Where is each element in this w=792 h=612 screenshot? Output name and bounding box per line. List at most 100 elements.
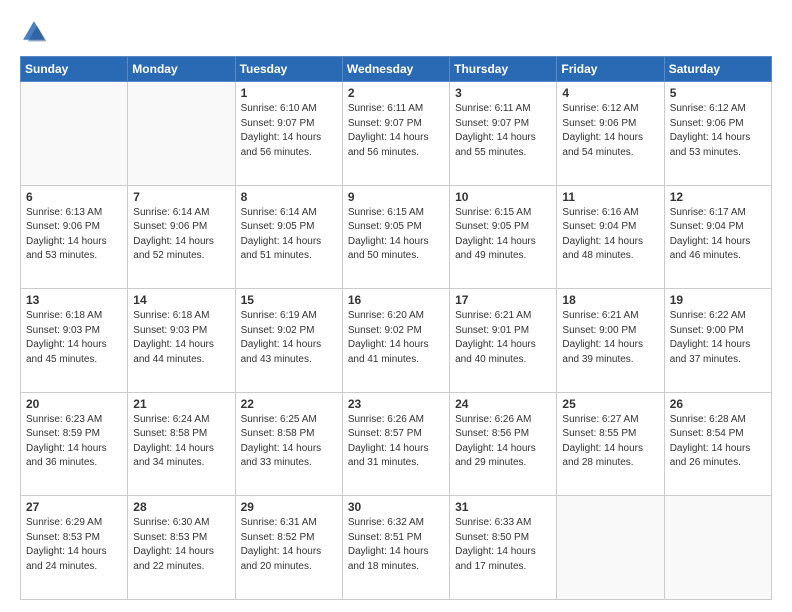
day-number: 20 [26,397,122,411]
day-info: Sunrise: 6:28 AMSunset: 8:54 PMDaylight:… [670,413,766,471]
weekday-header-saturday: Saturday [664,57,771,82]
day-info: Sunrise: 6:18 AMSunset: 9:03 PMDaylight:… [26,309,122,367]
weekday-header-monday: Monday [128,57,235,82]
day-number: 8 [241,190,337,204]
logo-icon [20,18,48,46]
day-number: 9 [348,190,444,204]
day-info: Sunrise: 6:12 AMSunset: 9:06 PMDaylight:… [562,102,658,160]
day-info: Sunrise: 6:23 AMSunset: 8:59 PMDaylight:… [26,413,122,471]
calendar-cell: 7 Sunrise: 6:14 AMSunset: 9:06 PMDaylight… [128,185,235,289]
day-info: Sunrise: 6:14 AMSunset: 9:05 PMDaylight:… [241,206,337,264]
day-info: Sunrise: 6:27 AMSunset: 8:55 PMDaylight:… [562,413,658,471]
day-info: Sunrise: 6:15 AMSunset: 9:05 PMDaylight:… [455,206,551,264]
calendar-cell [664,496,771,600]
week-row-3: 13 Sunrise: 6:18 AMSunset: 9:03 PMDayligh… [21,289,772,393]
day-info: Sunrise: 6:30 AMSunset: 8:53 PMDaylight:… [133,516,229,574]
day-info: Sunrise: 6:14 AMSunset: 9:06 PMDaylight:… [133,206,229,264]
day-info: Sunrise: 6:10 AMSunset: 9:07 PMDaylight:… [241,102,337,160]
calendar-cell: 8 Sunrise: 6:14 AMSunset: 9:05 PMDaylight… [235,185,342,289]
day-number: 6 [26,190,122,204]
day-number: 7 [133,190,229,204]
calendar-cell: 2 Sunrise: 6:11 AMSunset: 9:07 PMDaylight… [342,82,449,186]
day-number: 19 [670,293,766,307]
calendar-cell [21,82,128,186]
day-info: Sunrise: 6:15 AMSunset: 9:05 PMDaylight:… [348,206,444,264]
day-number: 22 [241,397,337,411]
day-number: 29 [241,500,337,514]
calendar-cell: 4Sunrise: 6:12 AMSunset: 9:06 PMDaylight… [557,82,664,186]
day-info: Sunrise: 6:16 AMSunset: 9:04 PMDaylight:… [562,206,658,264]
calendar-cell: 3Sunrise: 6:11 AMSunset: 9:07 PMDaylight… [450,82,557,186]
calendar-cell: 24Sunrise: 6:26 AMSunset: 8:56 PMDayligh… [450,392,557,496]
day-number: 1 [241,86,337,100]
day-info: Sunrise: 6:21 AMSunset: 9:00 PMDaylight:… [562,309,658,367]
day-number: 15 [241,293,337,307]
day-info: Sunrise: 6:31 AMSunset: 8:52 PMDaylight:… [241,516,337,574]
calendar-cell: 23Sunrise: 6:26 AMSunset: 8:57 PMDayligh… [342,392,449,496]
header [20,18,772,46]
day-number: 18 [562,293,658,307]
calendar-cell: 22Sunrise: 6:25 AMSunset: 8:58 PMDayligh… [235,392,342,496]
day-info: Sunrise: 6:22 AMSunset: 9:00 PMDaylight:… [670,309,766,367]
day-number: 17 [455,293,551,307]
day-number: 12 [670,190,766,204]
day-number: 5 [670,86,766,100]
calendar-cell: 9 Sunrise: 6:15 AMSunset: 9:05 PMDaylight… [342,185,449,289]
calendar-cell: 16Sunrise: 6:20 AMSunset: 9:02 PMDayligh… [342,289,449,393]
calendar-cell: 30 Sunrise: 6:32 AMSunset: 8:51 PMDayligh… [342,496,449,600]
week-row-4: 20 Sunrise: 6:23 AMSunset: 8:59 PMDayligh… [21,392,772,496]
day-number: 28 [133,500,229,514]
day-number: 16 [348,293,444,307]
weekday-header-wednesday: Wednesday [342,57,449,82]
day-info: Sunrise: 6:11 AMSunset: 9:07 PMDaylight:… [348,102,444,160]
day-info: Sunrise: 6:33 AMSunset: 8:50 PMDaylight:… [455,516,551,574]
calendar-cell: 25 Sunrise: 6:27 AMSunset: 8:55 PMDayligh… [557,392,664,496]
day-info: Sunrise: 6:17 AMSunset: 9:04 PMDaylight:… [670,206,766,264]
day-number: 21 [133,397,229,411]
day-number: 2 [348,86,444,100]
day-info: Sunrise: 6:32 AMSunset: 8:51 PMDaylight:… [348,516,444,574]
calendar-cell: 17Sunrise: 6:21 AMSunset: 9:01 PMDayligh… [450,289,557,393]
day-number: 11 [562,190,658,204]
logo [20,18,52,46]
day-info: Sunrise: 6:12 AMSunset: 9:06 PMDaylight:… [670,102,766,160]
day-number: 24 [455,397,551,411]
calendar-cell: 20 Sunrise: 6:23 AMSunset: 8:59 PMDayligh… [21,392,128,496]
page: SundayMondayTuesdayWednesdayThursdayFrid… [0,0,792,612]
calendar-cell: 28 Sunrise: 6:30 AMSunset: 8:53 PMDayligh… [128,496,235,600]
calendar-cell: 12 Sunrise: 6:17 AMSunset: 9:04 PMDayligh… [664,185,771,289]
calendar-cell: 1 Sunrise: 6:10 AMSunset: 9:07 PMDaylight… [235,82,342,186]
calendar-cell: 15Sunrise: 6:19 AMSunset: 9:02 PMDayligh… [235,289,342,393]
calendar-cell: 27 Sunrise: 6:29 AMSunset: 8:53 PMDayligh… [21,496,128,600]
calendar-cell: 14 Sunrise: 6:18 AMSunset: 9:03 PMDayligh… [128,289,235,393]
day-info: Sunrise: 6:13 AMSunset: 9:06 PMDaylight:… [26,206,122,264]
weekday-header-thursday: Thursday [450,57,557,82]
day-info: Sunrise: 6:26 AMSunset: 8:57 PMDaylight:… [348,413,444,471]
day-info: Sunrise: 6:18 AMSunset: 9:03 PMDaylight:… [133,309,229,367]
calendar-cell: 11 Sunrise: 6:16 AMSunset: 9:04 PMDayligh… [557,185,664,289]
calendar-body: 1 Sunrise: 6:10 AMSunset: 9:07 PMDaylight… [21,82,772,600]
day-info: Sunrise: 6:24 AMSunset: 8:58 PMDaylight:… [133,413,229,471]
calendar-header: SundayMondayTuesdayWednesdayThursdayFrid… [21,57,772,82]
day-number: 30 [348,500,444,514]
day-number: 3 [455,86,551,100]
calendar-cell: 18 Sunrise: 6:21 AMSunset: 9:00 PMDayligh… [557,289,664,393]
calendar-cell [557,496,664,600]
day-number: 14 [133,293,229,307]
weekday-header-tuesday: Tuesday [235,57,342,82]
day-number: 26 [670,397,766,411]
weekday-header-friday: Friday [557,57,664,82]
calendar-cell [128,82,235,186]
calendar-cell: 10Sunrise: 6:15 AMSunset: 9:05 PMDayligh… [450,185,557,289]
calendar-cell: 13 Sunrise: 6:18 AMSunset: 9:03 PMDayligh… [21,289,128,393]
week-row-5: 27 Sunrise: 6:29 AMSunset: 8:53 PMDayligh… [21,496,772,600]
calendar-cell: 6 Sunrise: 6:13 AMSunset: 9:06 PMDaylight… [21,185,128,289]
week-row-1: 1 Sunrise: 6:10 AMSunset: 9:07 PMDaylight… [21,82,772,186]
day-number: 13 [26,293,122,307]
calendar-cell: 5 Sunrise: 6:12 AMSunset: 9:06 PMDaylight… [664,82,771,186]
calendar-cell: 29 Sunrise: 6:31 AMSunset: 8:52 PMDayligh… [235,496,342,600]
day-number: 25 [562,397,658,411]
weekday-row: SundayMondayTuesdayWednesdayThursdayFrid… [21,57,772,82]
day-info: Sunrise: 6:29 AMSunset: 8:53 PMDaylight:… [26,516,122,574]
day-number: 27 [26,500,122,514]
